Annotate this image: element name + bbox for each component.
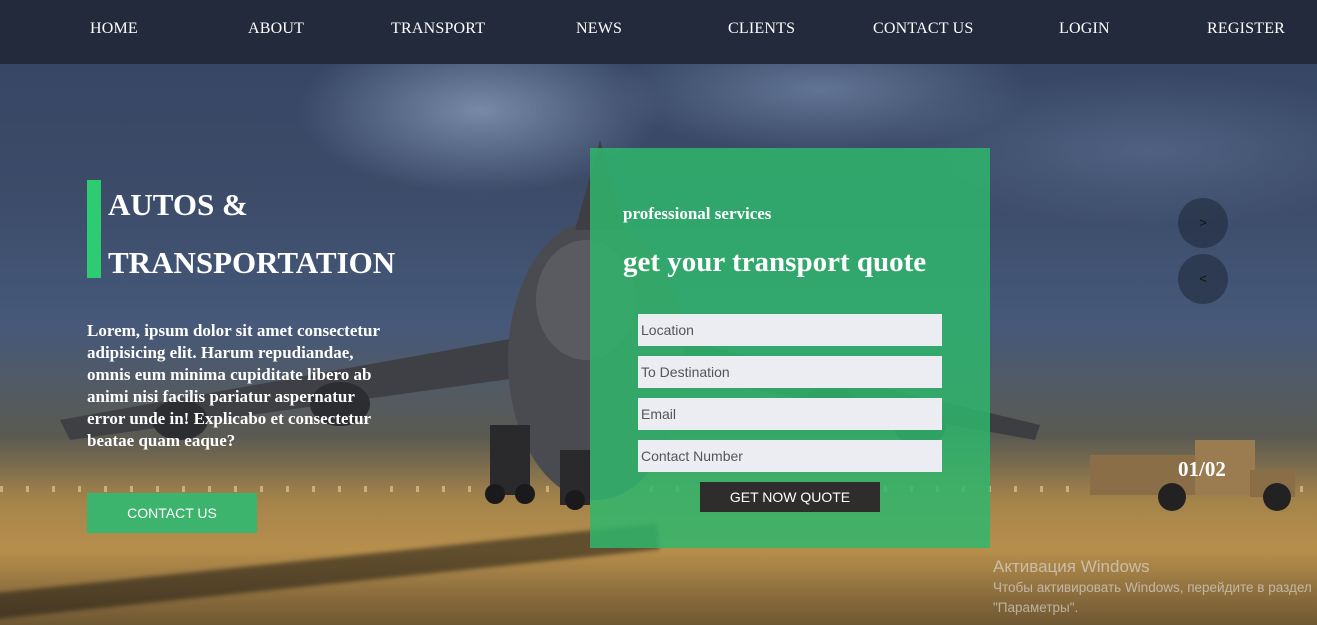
slide-counter: 01/02 [1178, 457, 1226, 481]
slider-next-button[interactable]: > [1178, 198, 1228, 248]
hero-title-line-1: AUTOS & [108, 187, 248, 222]
nav-contact-us[interactable]: CONTACT US [873, 20, 973, 38]
watermark-subtitle: Чтобы активировать Windows, перейдите в … [993, 580, 1312, 615]
hero-title-accent-bar [87, 180, 101, 278]
hero-description: Lorem, ipsum dolor sit amet consectetur … [87, 321, 380, 450]
destination-input[interactable] [638, 356, 942, 388]
slider-prev-button[interactable]: < [1178, 254, 1228, 304]
nav-about[interactable]: ABOUT [248, 20, 304, 38]
nav-news[interactable]: NEWS [576, 20, 622, 38]
get-quote-button[interactable]: GET NOW QUOTE [700, 482, 880, 512]
quote-form-panel: professional services get your transport… [590, 148, 990, 548]
windows-activation-watermark: Активация Windows Чтобы активировать Win… [993, 556, 1313, 618]
nav-transport[interactable]: TRANSPORT [391, 20, 485, 38]
nav-register[interactable]: REGISTER [1207, 20, 1285, 38]
contact-us-button[interactable]: CONTACT US [87, 493, 257, 533]
contact-number-input[interactable] [638, 440, 942, 472]
email-input[interactable] [638, 398, 942, 430]
nav-home[interactable]: HOME [90, 20, 138, 38]
nav-clients[interactable]: CLIENTS [728, 20, 795, 38]
location-input[interactable] [638, 314, 942, 346]
quote-eyebrow: professional services [623, 204, 772, 223]
hero-title-line-2: TRANSPORTATION [108, 245, 396, 280]
hero-title: AUTOS & TRANSPORTATION [108, 176, 395, 292]
top-navbar: HOME ABOUT TRANSPORT NEWS CLIENTS CONTAC… [0, 0, 1317, 64]
page: HOME ABOUT TRANSPORT NEWS CLIENTS CONTAC… [0, 0, 1317, 625]
nav-login[interactable]: LOGIN [1059, 20, 1110, 38]
quote-title: get your transport quote [623, 246, 927, 278]
watermark-title: Активация Windows [993, 557, 1150, 576]
